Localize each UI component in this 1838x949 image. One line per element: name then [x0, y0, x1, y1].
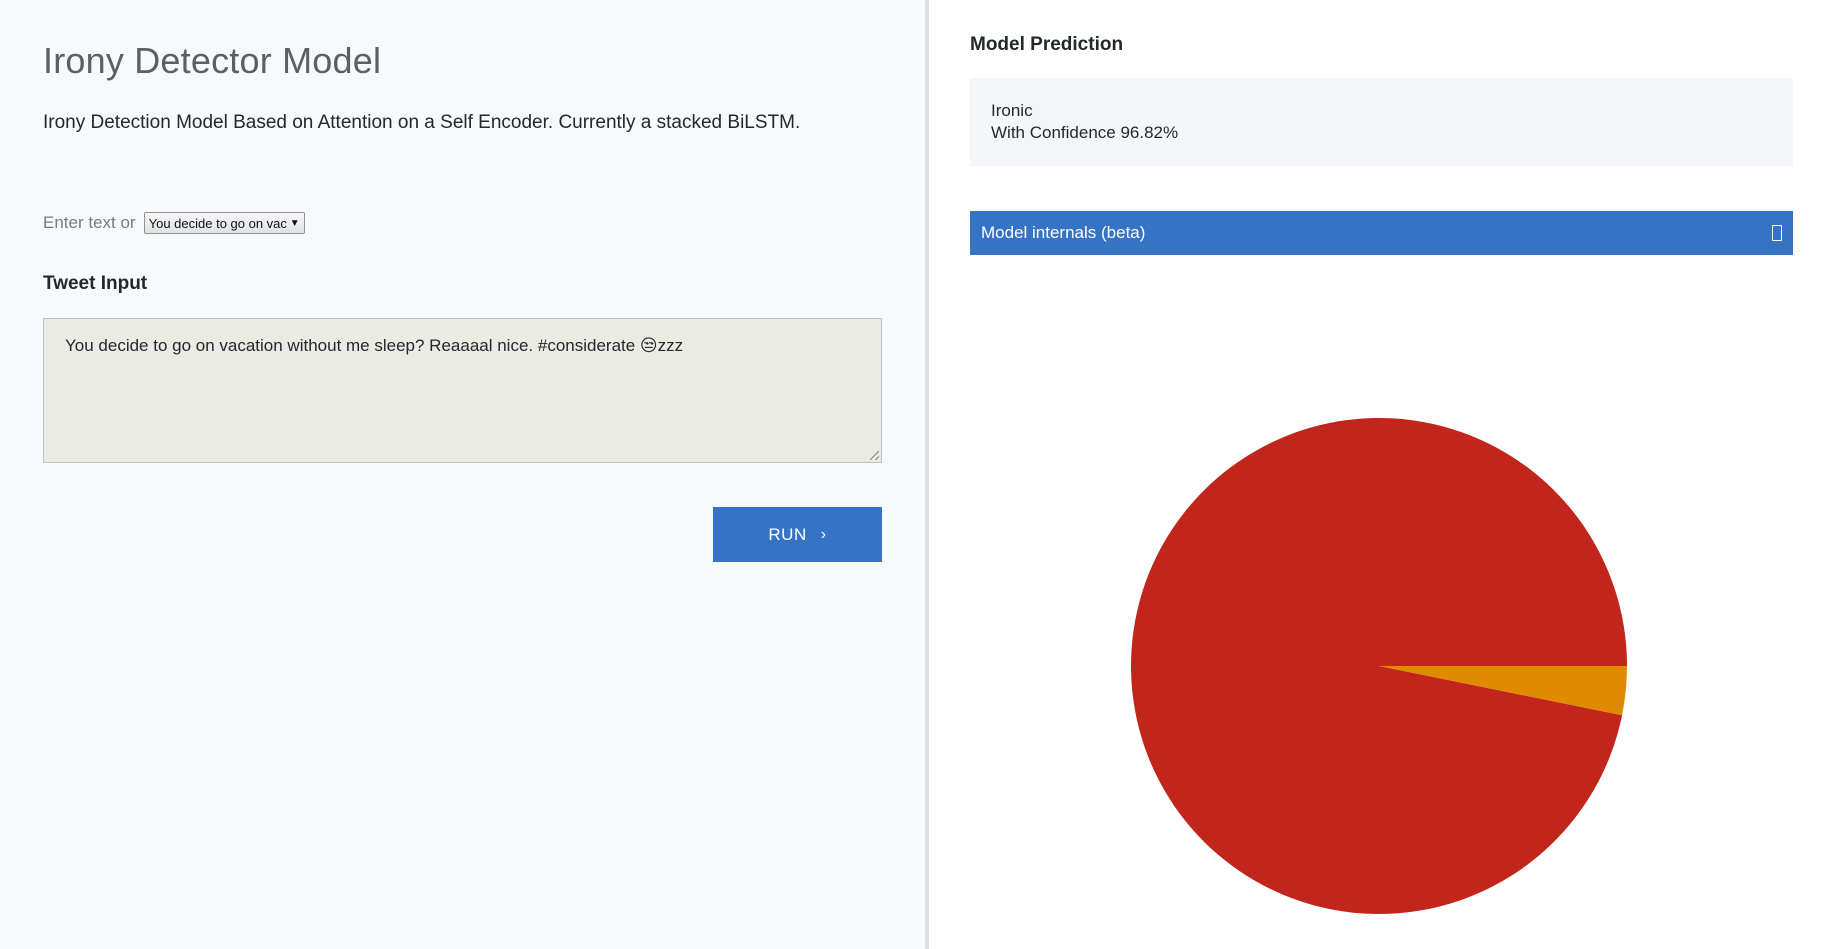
- tweet-input-text: You decide to go on vacation without me …: [65, 336, 684, 355]
- prediction-pie-chart: [1131, 417, 1627, 914]
- model-description: Irony Detection Model Based on Attention…: [43, 112, 801, 133]
- model-internals-toggle[interactable]: Model internals (beta): [970, 211, 1793, 255]
- prediction-label: Ironic: [991, 101, 1033, 120]
- run-button-label: RUN: [768, 524, 807, 544]
- run-button[interactable]: RUN ›: [713, 507, 882, 562]
- chevron-right-icon: ›: [820, 525, 827, 543]
- example-select[interactable]: You decide to go on vac ▼: [143, 212, 305, 234]
- prediction-box: Ironic With Confidence 96.82%: [970, 78, 1793, 166]
- left-pane: Irony Detector Model Irony Detection Mod…: [0, 0, 925, 949]
- right-pane: Model Prediction Ironic With Confidence …: [929, 0, 1838, 949]
- pie-slice-0: [1131, 417, 1627, 914]
- example-picker-row: Enter text or You decide to go on vac ▼: [43, 212, 305, 234]
- resize-handle-icon[interactable]: [870, 451, 879, 460]
- prediction-heading: Model Prediction: [970, 34, 1124, 55]
- picker-label: Enter text or: [43, 213, 136, 232]
- expand-icon: [1772, 225, 1782, 241]
- chevron-down-icon: ▼: [289, 217, 300, 229]
- example-select-value: You decide to go on vac: [148, 215, 287, 231]
- prediction-confidence: With Confidence 96.82%: [991, 123, 1179, 142]
- tweet-input[interactable]: You decide to go on vacation without me …: [43, 318, 882, 463]
- model-internals-label: Model internals (beta): [981, 223, 1146, 242]
- tweet-input-label: Tweet Input: [43, 273, 148, 294]
- page-title: Irony Detector Model: [43, 40, 382, 81]
